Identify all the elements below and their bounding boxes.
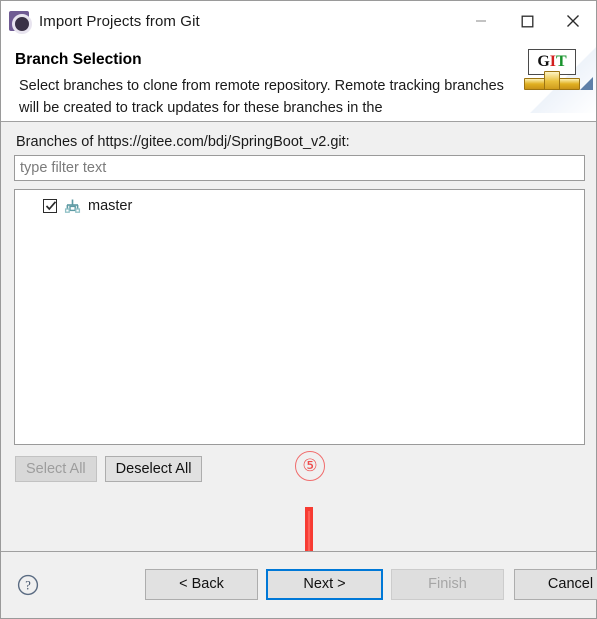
page-description: Select branches to clone from remote rep…	[19, 78, 504, 116]
list-item[interactable]: master	[15, 195, 584, 217]
close-icon[interactable]	[550, 1, 596, 41]
maximize-icon[interactable]	[504, 1, 550, 41]
dialog-footer: ? < Back Next > Finish Cancel	[1, 551, 597, 618]
branch-list[interactable]: master	[14, 189, 585, 445]
deselect-all-button[interactable]: Deselect All	[104, 456, 203, 482]
step-marker-5: ⑤	[295, 451, 325, 481]
window-controls	[458, 1, 596, 41]
finish-button[interactable]: Finish	[391, 569, 504, 600]
wizard-buttons: < Back Next > Finish Cancel	[145, 569, 597, 600]
git-logo-letter-t: T	[556, 53, 567, 70]
git-logo-letter-g: G	[537, 53, 550, 70]
title-bar: Import Projects from Git	[1, 1, 596, 41]
dialog-body: Branches of https://gitee.com/bdj/Spring…	[1, 122, 596, 587]
cancel-button[interactable]: Cancel	[514, 569, 597, 600]
git-logo: GIT	[520, 41, 596, 113]
minimize-icon[interactable]	[458, 1, 504, 41]
select-all-button[interactable]: Select All	[15, 456, 97, 482]
wizard-header: Branch Selection Select branches to clon…	[1, 41, 596, 122]
branch-name: master	[88, 198, 133, 214]
branch-icon	[64, 198, 81, 215]
branches-label: Branches of https://gitee.com/bdj/Spring…	[16, 134, 350, 150]
window-title: Import Projects from Git	[39, 12, 200, 30]
back-button[interactable]: < Back	[145, 569, 258, 600]
next-button[interactable]: Next >	[266, 569, 383, 600]
git-pipe-box-icon	[544, 71, 560, 90]
git-triangle-icon	[580, 77, 593, 90]
eclipse-gear-icon	[9, 11, 32, 34]
branch-checkbox[interactable]	[43, 199, 57, 213]
filter-input[interactable]	[14, 155, 585, 181]
svg-text:?: ?	[25, 579, 31, 593]
selection-buttons: Select All Deselect All ⑤	[14, 451, 583, 587]
import-projects-from-git-dialog: Import Projects from Git Branch Selectio…	[0, 0, 597, 619]
help-icon[interactable]: ?	[17, 574, 39, 596]
page-title: Branch Selection	[15, 51, 142, 68]
